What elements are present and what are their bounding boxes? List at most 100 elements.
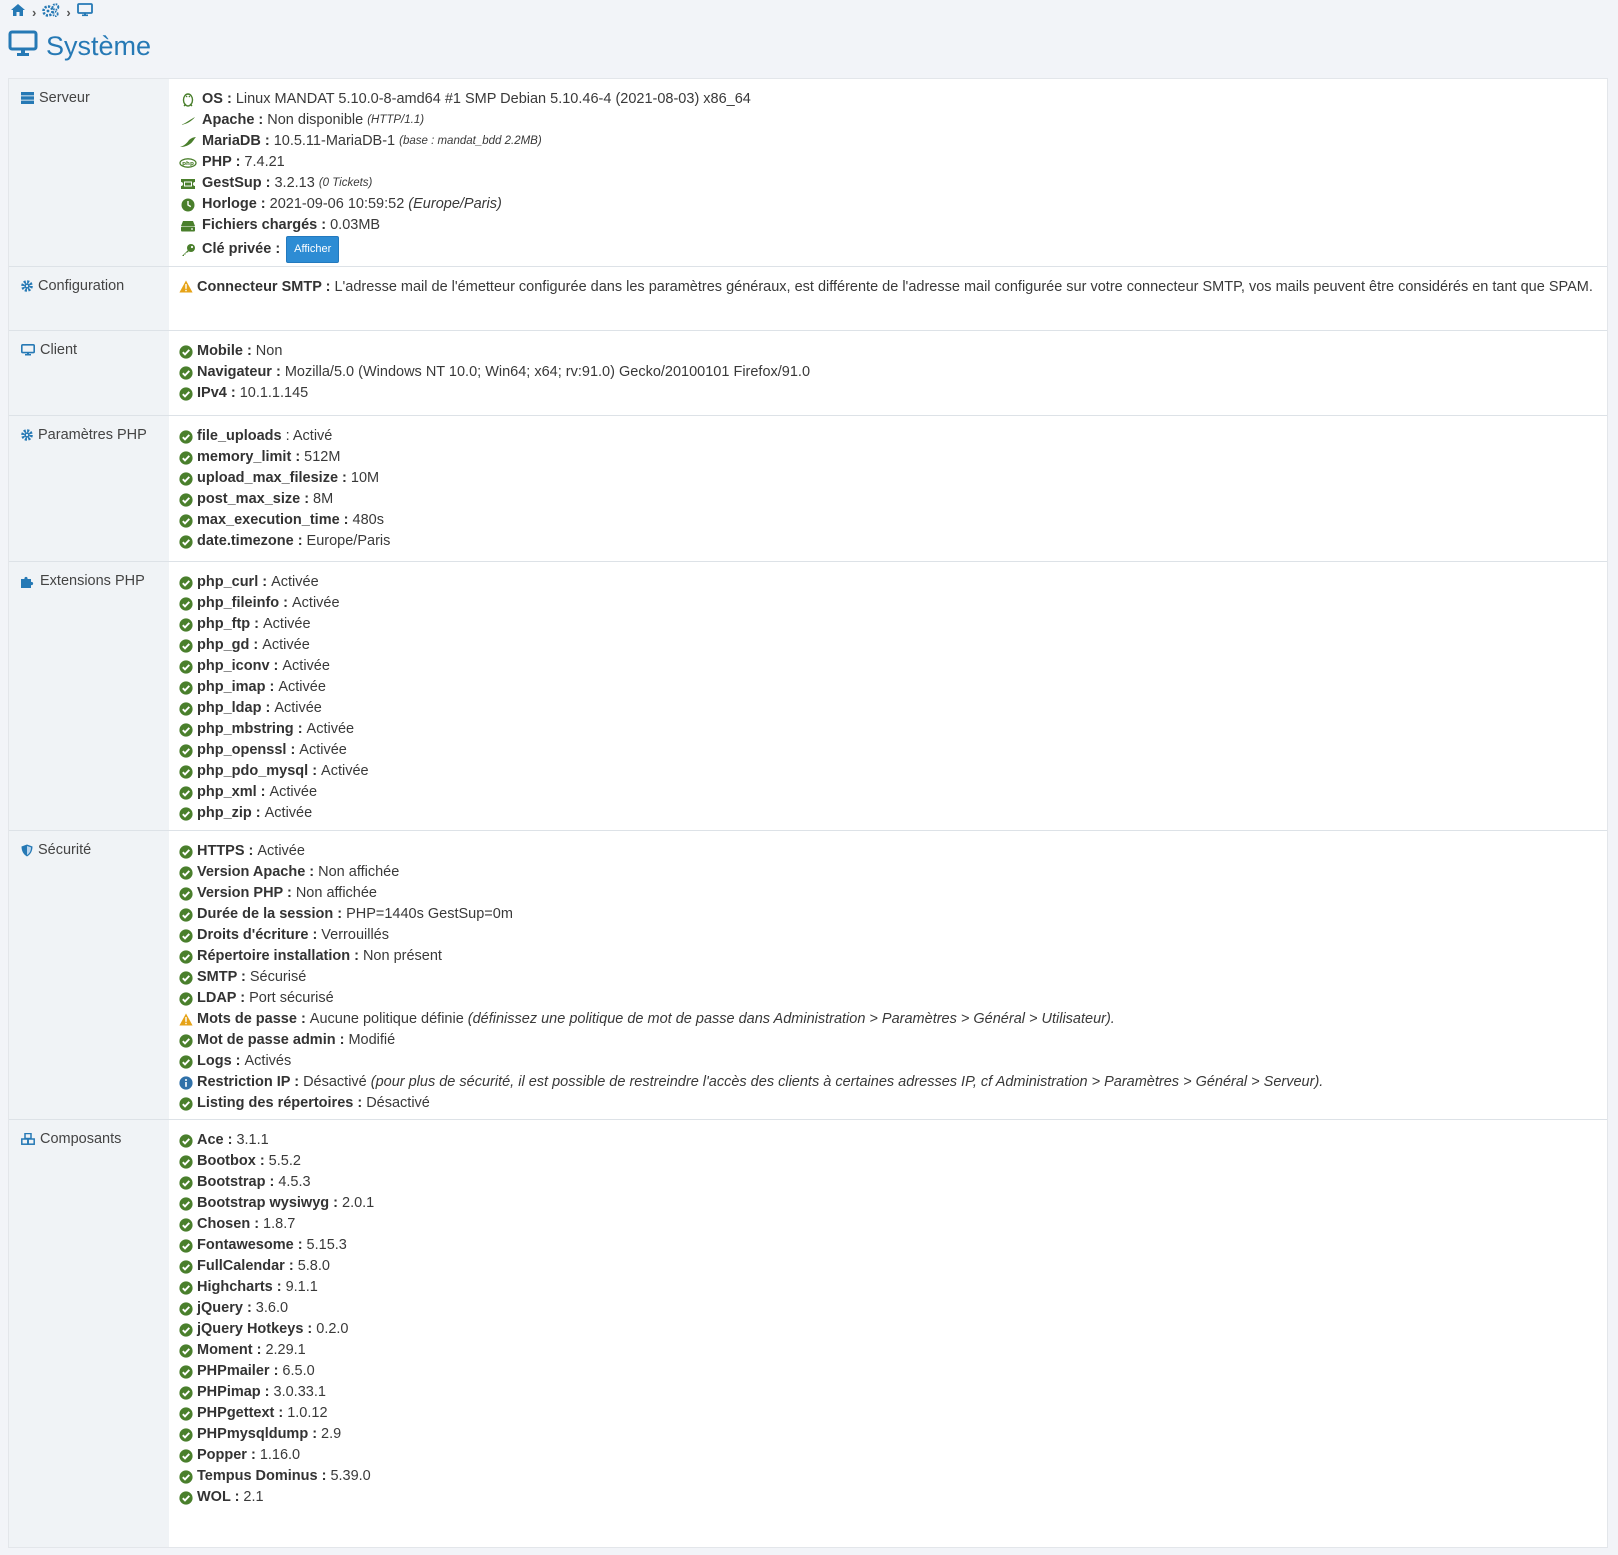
item-value: 7.4.21	[244, 154, 285, 170]
item-value: 480s	[352, 512, 384, 528]
section-body: Connecteur SMTP : L'adresse mail de l'éme…	[169, 267, 1607, 330]
check-circle-icon	[179, 617, 193, 632]
item-value: 2.1	[243, 1489, 264, 1505]
item-value: Non disponible	[267, 112, 364, 128]
show-private-key-button[interactable]: Afficher	[286, 236, 340, 263]
desktop-icon[interactable]	[76, 3, 93, 21]
svg-text:php: php	[182, 161, 194, 167]
list-item: LDAP : Port sécurisé	[179, 988, 1597, 1009]
check-circle-icon	[179, 886, 193, 901]
list-item: Listing des répertoires : Désactivé	[179, 1093, 1597, 1114]
breadcrumb: › ›	[10, 3, 93, 21]
check-circle-icon	[179, 659, 193, 674]
item-value: Activée	[263, 616, 311, 632]
list-item: Logs : Activés	[179, 1051, 1597, 1072]
page-title-text: Système	[46, 30, 152, 61]
section-body: OS : Linux MANDAT 5.10.0-8-amd64 #1 SMP D…	[169, 79, 1607, 266]
list-item: upload_max_filesize :10M	[179, 468, 1597, 489]
item-key: jQuery Hotkeys :	[197, 1321, 313, 1337]
item-value: 2.0.1	[342, 1195, 375, 1211]
list-item: SMTP : Sécurisé	[179, 967, 1597, 988]
item-value: 6.5.0	[282, 1363, 315, 1379]
item-value: 10.1.1.145	[239, 385, 309, 401]
item-key: Horloge :	[202, 196, 266, 212]
item-key: php_imap :	[197, 679, 275, 695]
section-label: Paramètres PHP	[9, 416, 169, 561]
item-value: Port sécurisé	[249, 990, 334, 1006]
item-note: (définissez une politique de mot de pass…	[467, 1011, 1115, 1027]
list-item: php_iconv : Activée	[179, 656, 1597, 677]
server-icon	[21, 90, 34, 108]
item-value: 512M	[304, 449, 341, 465]
item-key: LDAP :	[197, 990, 246, 1006]
check-circle-icon	[179, 1196, 193, 1211]
list-item: Mobile : Non	[179, 341, 1597, 362]
item-value: 5.5.2	[268, 1153, 301, 1169]
list-item: Répertoire installation : Non présent	[179, 946, 1597, 967]
item-key: Chosen :	[197, 1216, 260, 1232]
list-item: Version PHP : Non affichée	[179, 883, 1597, 904]
check-circle-icon	[179, 1490, 193, 1505]
check-circle-icon	[179, 1427, 193, 1442]
item-key: Logs :	[197, 1053, 241, 1069]
item-key: Moment :	[197, 1342, 262, 1358]
item-key: Bootstrap :	[197, 1174, 275, 1190]
section-label-text: Configuration	[38, 278, 125, 294]
item-key: Fontawesome :	[197, 1237, 303, 1253]
check-circle-icon	[179, 386, 193, 401]
check-circle-icon	[179, 1322, 193, 1337]
section-label-text: Paramètres PHP	[38, 427, 147, 443]
check-circle-icon	[179, 1033, 193, 1048]
home-icon[interactable]	[10, 3, 26, 21]
item-key: date.timezone :	[197, 533, 303, 549]
item-key: PHPimap :	[197, 1384, 270, 1400]
item-key: Bootbox :	[197, 1153, 265, 1169]
item-note: (pour plus de sécurité, il est possible …	[370, 1074, 1324, 1090]
check-circle-icon	[179, 1301, 193, 1316]
section-label: Serveur	[9, 79, 169, 266]
list-item: PHPimap :3.0.33.1	[179, 1382, 1597, 1403]
check-circle-icon	[179, 722, 193, 737]
item-key: PHPgettext :	[197, 1405, 284, 1421]
item-value: Modifié	[348, 1032, 396, 1048]
item-value: Non présent	[362, 948, 442, 964]
list-item: Horloge :2021-09-06 10:59:52 (Europe/Pari…	[179, 194, 1597, 215]
item-key: Bootstrap wysiwyg :	[197, 1195, 338, 1211]
cogs-icon[interactable]	[42, 3, 60, 21]
item-value: Activée	[282, 658, 330, 674]
list-item: Clé privée : Afficher	[179, 236, 1597, 263]
list-item: PHPmailer :6.5.0	[179, 1361, 1597, 1382]
gear-icon	[21, 278, 33, 296]
list-item: Bootstrap :4.5.3	[179, 1172, 1597, 1193]
item-note: (Europe/Paris)	[408, 196, 502, 212]
item-value: PHP=1440s GestSup=0m	[346, 906, 513, 922]
section-php-params: Paramètres PHP file_uploads: Activé memor…	[9, 416, 1607, 562]
check-circle-icon	[179, 743, 193, 758]
clock-icon	[179, 198, 197, 212]
list-item: jQuery :3.6.0	[179, 1298, 1597, 1319]
check-circle-icon	[179, 865, 193, 880]
list-item: FullCalendar :5.8.0	[179, 1256, 1597, 1277]
list-item: Bootbox :5.5.2	[179, 1151, 1597, 1172]
check-circle-icon	[179, 991, 193, 1006]
list-item: MariaDB :10.5.11-MariaDB-1 (base : mandat…	[179, 131, 1597, 152]
mariadb-icon	[179, 135, 197, 149]
check-circle-icon	[179, 1154, 193, 1169]
item-value: 4.5.3	[278, 1174, 311, 1190]
check-circle-icon	[179, 928, 193, 943]
check-circle-icon	[179, 344, 193, 359]
list-item: Ace :3.1.1	[179, 1130, 1597, 1151]
section-label: Client	[9, 331, 169, 415]
check-circle-icon	[179, 1343, 193, 1358]
check-circle-icon	[179, 1448, 193, 1463]
item-value: 1.16.0	[259, 1447, 301, 1463]
list-item: php_openssl : Activée	[179, 740, 1597, 761]
item-value: 3.6.0	[255, 1300, 289, 1316]
item-key: IPv4 :	[197, 385, 236, 401]
item-value: Activés	[244, 1053, 292, 1069]
item-key: PHP :	[202, 154, 241, 170]
list-item: Droits d'écriture : Verrouillés	[179, 925, 1597, 946]
item-key: php_iconv :	[197, 658, 279, 674]
item-value: 5.39.0	[330, 1468, 371, 1484]
list-item: Highcharts :9.1.1	[179, 1277, 1597, 1298]
